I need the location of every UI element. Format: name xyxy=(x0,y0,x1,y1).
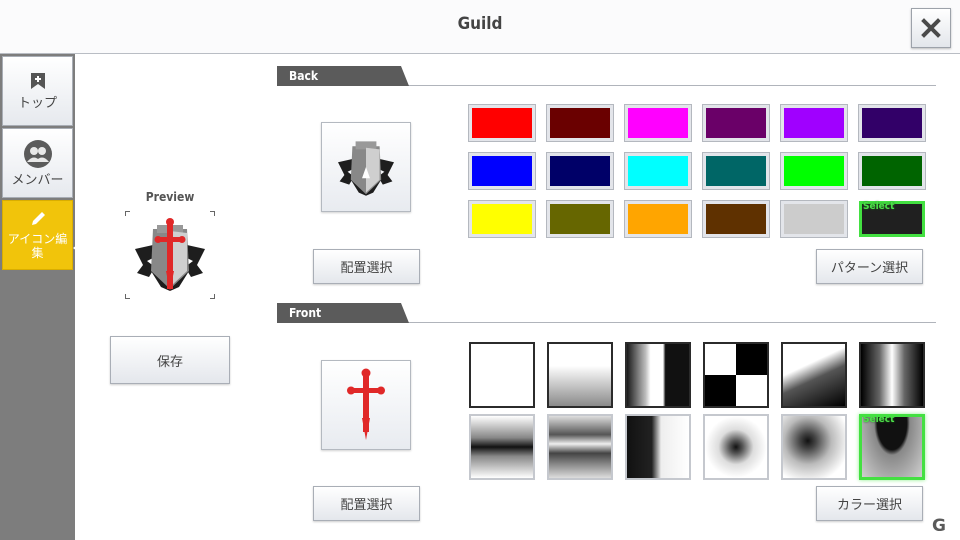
back-placement-preview[interactable] xyxy=(321,122,411,212)
front-placement-preview[interactable] xyxy=(321,360,411,450)
back-emblem-icon xyxy=(338,141,394,196)
color-swatch[interactable] xyxy=(624,152,692,190)
sidebar-item-top[interactable]: トップ xyxy=(2,56,73,126)
color-swatch[interactable] xyxy=(468,200,536,238)
pattern-tile[interactable] xyxy=(781,414,847,480)
color-swatch[interactable] xyxy=(624,104,692,142)
preview-label: Preview xyxy=(145,190,195,204)
color-swatch[interactable] xyxy=(468,152,536,190)
color-swatch[interactable] xyxy=(858,104,926,142)
color-swatch[interactable] xyxy=(468,104,536,142)
color-select-button[interactable]: カラー選択 xyxy=(816,486,923,521)
color-swatch-selected[interactable]: Select xyxy=(859,201,925,237)
pencil-icon xyxy=(31,212,45,225)
color-swatch[interactable] xyxy=(780,104,848,142)
close-button[interactable] xyxy=(911,8,951,48)
sidebar: トップ メンバー アイコン編集 xyxy=(0,54,75,540)
selected-tag: Select xyxy=(863,414,895,425)
front-section-title: Front xyxy=(277,303,409,323)
sidebar-item-label: アイコン編集 xyxy=(7,232,68,260)
pattern-tile[interactable] xyxy=(703,414,769,480)
color-swatch[interactable] xyxy=(624,200,692,238)
sidebar-item-label: トップ xyxy=(17,95,57,111)
emblem-preview xyxy=(125,211,215,299)
save-button[interactable]: 保存 xyxy=(110,336,230,384)
pattern-tile[interactable] xyxy=(625,342,691,408)
watermark-logo: G xyxy=(932,516,946,536)
pattern-tile[interactable] xyxy=(547,342,613,408)
pattern-tile[interactable] xyxy=(547,414,613,480)
back-placement-button[interactable]: 配置選択 xyxy=(313,249,420,284)
pattern-tile[interactable] xyxy=(781,342,847,408)
sidebar-item-label: メンバー xyxy=(11,172,64,188)
header-bar: Guild xyxy=(0,0,960,54)
color-swatch[interactable] xyxy=(780,200,848,238)
sidebar-item-icon-edit[interactable]: アイコン編集 xyxy=(2,200,73,270)
back-section-title: Back xyxy=(277,66,409,86)
emblem-icon xyxy=(135,218,205,291)
pattern-tile[interactable] xyxy=(859,342,925,408)
color-swatch[interactable] xyxy=(702,104,770,142)
color-swatch[interactable] xyxy=(546,104,614,142)
pattern-tile-selected[interactable]: Select xyxy=(859,414,925,480)
front-placement-button[interactable]: 配置選択 xyxy=(313,486,420,521)
bookmark-icon xyxy=(30,72,45,89)
pattern-tile[interactable] xyxy=(703,342,769,408)
pattern-tile[interactable] xyxy=(469,414,535,480)
pattern-select-button[interactable]: パターン選択 xyxy=(816,249,923,284)
pattern-tile[interactable] xyxy=(625,414,691,480)
page-title: Guild xyxy=(457,14,503,34)
selected-tag: Select xyxy=(863,201,895,212)
sidebar-item-members[interactable]: メンバー xyxy=(2,128,73,198)
members-icon xyxy=(23,139,52,168)
back-section-header: Back xyxy=(277,66,936,86)
active-tab-pointer xyxy=(73,236,89,260)
color-swatch[interactable] xyxy=(702,152,770,190)
color-swatch[interactable] xyxy=(546,152,614,190)
color-swatch[interactable] xyxy=(780,152,848,190)
color-swatch[interactable] xyxy=(546,200,614,238)
pattern-tile[interactable] xyxy=(469,342,535,408)
sword-icon xyxy=(347,368,385,440)
color-swatch[interactable] xyxy=(702,200,770,238)
front-section-header: Front xyxy=(277,303,936,323)
close-icon xyxy=(921,18,941,38)
color-swatch[interactable] xyxy=(858,152,926,190)
